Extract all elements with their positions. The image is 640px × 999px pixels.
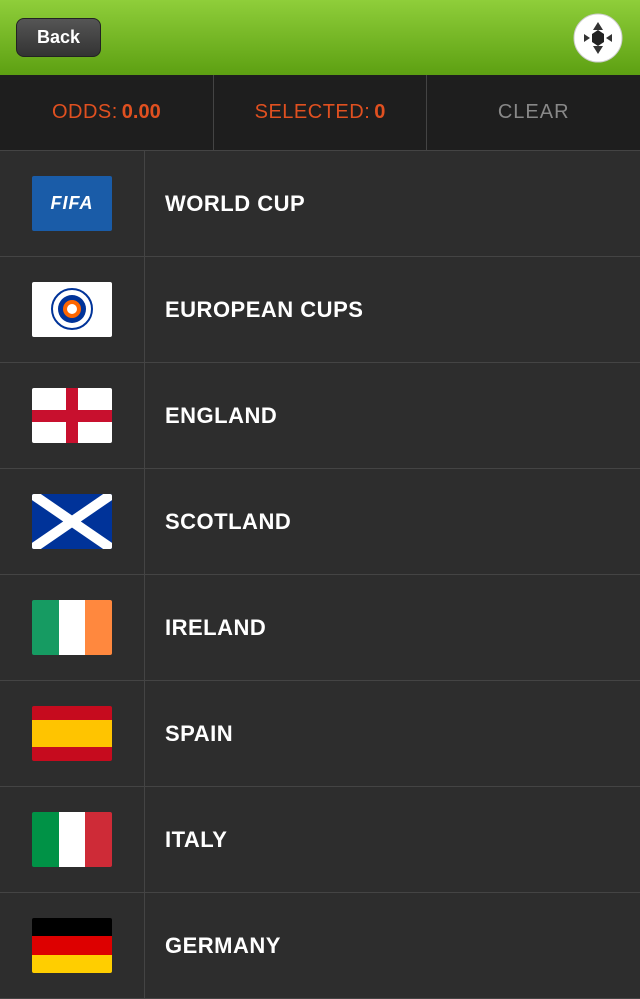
item-label: ITALY [145, 827, 227, 853]
scotland-flag-icon [32, 494, 112, 549]
list-item[interactable]: SCOTLAND [0, 469, 640, 575]
flag-container [0, 575, 145, 681]
list-item[interactable]: IRELAND [0, 575, 640, 681]
list-item[interactable]: EUROPEAN CUPS [0, 257, 640, 363]
item-label: WORLD CUP [145, 191, 305, 217]
list-item[interactable]: FIFA WORLD CUP [0, 151, 640, 257]
flag-container: FIFA [0, 151, 145, 257]
list-item[interactable]: GERMANY [0, 893, 640, 999]
england-flag-icon [32, 388, 112, 443]
item-label: EUROPEAN CUPS [145, 297, 363, 323]
item-label: ENGLAND [145, 403, 277, 429]
selected-value: 0 [374, 101, 385, 124]
odds-segment: ODDS: 0.00 [0, 75, 214, 150]
soccer-ball-icon [572, 12, 624, 64]
item-label: IRELAND [145, 615, 266, 641]
item-label: SPAIN [145, 721, 233, 747]
list-item[interactable]: ITALY [0, 787, 640, 893]
uefa-flag-icon [32, 282, 112, 337]
flag-container [0, 787, 145, 893]
fifa-flag-icon: FIFA [32, 176, 112, 231]
flag-container [0, 257, 145, 363]
back-button[interactable]: Back [16, 18, 101, 57]
odds-label: ODDS: [52, 101, 118, 124]
italy-flag-icon [32, 812, 112, 867]
header: Back [0, 0, 640, 75]
flag-container [0, 469, 145, 575]
item-label: SCOTLAND [145, 509, 291, 535]
clear-label[interactable]: CLEAR [498, 101, 570, 124]
odds-value: 0.00 [122, 101, 161, 124]
list-item[interactable]: SPAIN [0, 681, 640, 787]
spain-flag-icon [32, 706, 112, 761]
item-label: GERMANY [145, 933, 281, 959]
competition-list: FIFA WORLD CUP EUROPEAN CUPS ENGLAND [0, 151, 640, 999]
flag-container [0, 681, 145, 787]
flag-container [0, 893, 145, 999]
stats-bar: ODDS: 0.00 SELECTED: 0 CLEAR [0, 75, 640, 151]
ireland-flag-icon [32, 600, 112, 655]
list-item[interactable]: ENGLAND [0, 363, 640, 469]
germany-flag-icon [32, 918, 112, 973]
selected-label: SELECTED: [255, 101, 371, 124]
flag-container [0, 363, 145, 469]
clear-segment[interactable]: CLEAR [427, 75, 640, 150]
selected-segment: SELECTED: 0 [214, 75, 428, 150]
